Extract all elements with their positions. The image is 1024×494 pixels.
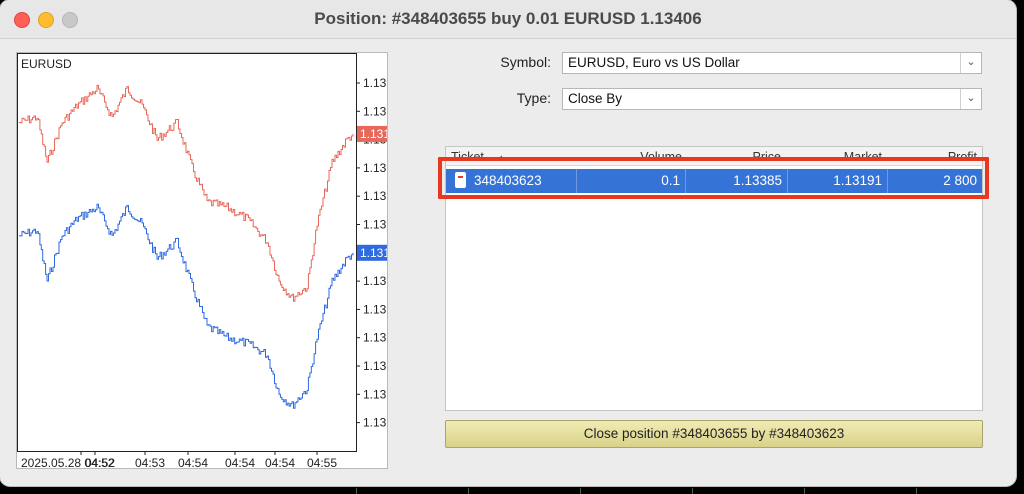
price-axis-label: 1.13160 [363, 302, 387, 316]
price-axis-label: 1.13200 [363, 76, 387, 90]
price-axis-label: 1.13145 [363, 387, 387, 401]
chart-symbol-label: EURUSD [21, 57, 72, 71]
time-axis-label: 04:54 [265, 456, 295, 468]
price-axis-label: 1.13185 [363, 161, 387, 175]
price-axis-label: 1.13140 [363, 416, 387, 430]
close-position-button[interactable]: Close position #348403655 by #348403623 [445, 420, 983, 448]
symbol-select[interactable]: EURUSD, Euro vs US Dollar ⌄ [562, 52, 982, 74]
type-label: Type: [516, 90, 551, 106]
price-axis-label: 1.13195 [363, 104, 387, 118]
background-strip [0, 488, 1024, 494]
window-title: Position: #348403655 buy 0.01 EURUSD 1.1… [314, 9, 702, 28]
bid-price-badge: 1.13170 [360, 246, 387, 260]
time-axis-label: 04:52 [85, 456, 115, 468]
ask-price-badge: 1.13191 [360, 127, 387, 141]
title-bar: Position: #348403655 buy 0.01 EURUSD 1.1… [0, 0, 1016, 39]
price-axis-label: 1.13165 [363, 274, 387, 288]
tick-chart-canvas: EURUSD1.132001.131951.131901.131851.1318… [17, 53, 387, 468]
symbol-select-value: EURUSD, Euro vs US Dollar [568, 55, 740, 70]
type-select[interactable]: Close By ⌄ [562, 88, 982, 110]
price-axis-label: 1.13155 [363, 331, 387, 345]
price-axis-label: 1.13150 [363, 359, 387, 373]
chart-grid-mark [916, 488, 917, 494]
bid-price-line [19, 203, 354, 409]
chart-grid-mark [692, 488, 693, 494]
time-axis-label: 04:53 [135, 456, 165, 468]
chart-grid-mark [804, 488, 805, 494]
chart-grid-mark [468, 488, 469, 494]
price-axis-label: 1.13180 [363, 189, 387, 203]
chart-grid-mark [356, 488, 357, 494]
selection-highlight-frame [438, 157, 989, 199]
position-dialog: Position: #348403655 buy 0.01 EURUSD 1.1… [0, 0, 1016, 486]
time-axis-label: 04:54 [178, 456, 208, 468]
symbol-label: Symbol: [500, 54, 551, 70]
chart-grid-mark [580, 488, 581, 494]
chevron-down-icon[interactable]: ⌄ [960, 53, 981, 73]
chevron-down-icon[interactable]: ⌄ [960, 89, 981, 109]
time-axis-label: 04:54 [225, 456, 255, 468]
price-axis-label: 1.13175 [363, 218, 387, 232]
time-axis-label: 04:55 [307, 456, 337, 468]
tick-chart: EURUSD1.132001.131951.131901.131851.1318… [16, 52, 388, 469]
type-select-value: Close By [568, 91, 623, 106]
